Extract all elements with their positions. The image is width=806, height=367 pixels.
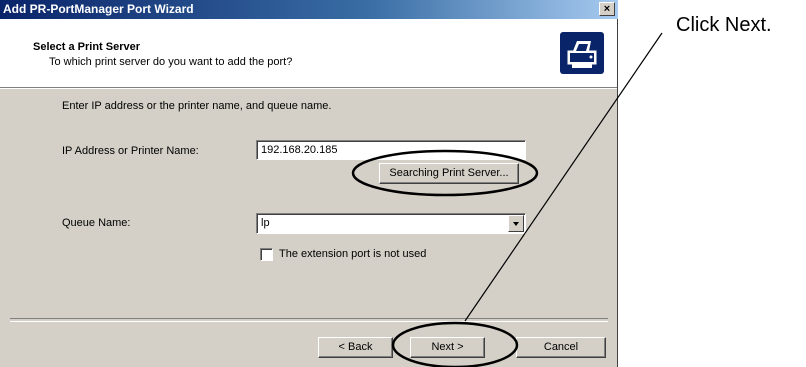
extension-port-checkbox[interactable] xyxy=(260,248,273,261)
printer-icon xyxy=(560,32,604,74)
queue-name-select[interactable]: lp xyxy=(256,213,526,234)
wizard-window: Add PR-PortManager Port Wizard × Select … xyxy=(0,0,618,367)
footer-divider xyxy=(10,318,608,322)
page-title: Select a Print Server xyxy=(33,41,141,53)
queue-name-label: Queue Name: xyxy=(62,217,131,229)
close-button[interactable]: × xyxy=(599,2,615,16)
queue-name-value: lp xyxy=(261,217,270,229)
instruction-text: Enter IP address or the printer name, an… xyxy=(62,100,332,112)
wizard-header: Select a Print Server To which print ser… xyxy=(0,19,617,88)
search-print-server-button[interactable]: Searching Print Server... xyxy=(379,163,519,184)
cancel-button[interactable]: Cancel xyxy=(516,337,606,358)
close-icon: × xyxy=(603,3,611,15)
window-title: Add PR-PortManager Port Wizard xyxy=(3,2,194,16)
ip-address-input[interactable]: 192.168.20.185 xyxy=(256,140,526,160)
header-divider xyxy=(0,88,617,89)
next-button[interactable]: Next > xyxy=(410,337,485,358)
back-button[interactable]: < Back xyxy=(318,337,393,358)
ip-address-label: IP Address or Printer Name: xyxy=(62,145,199,157)
extension-port-label: The extension port is not used xyxy=(279,248,427,260)
page-subtitle: To which print server do you want to add… xyxy=(49,56,293,68)
title-bar: Add PR-PortManager Port Wizard × xyxy=(0,0,618,19)
chevron-down-icon[interactable] xyxy=(508,215,524,232)
annotation-text: Click Next. xyxy=(676,14,772,36)
